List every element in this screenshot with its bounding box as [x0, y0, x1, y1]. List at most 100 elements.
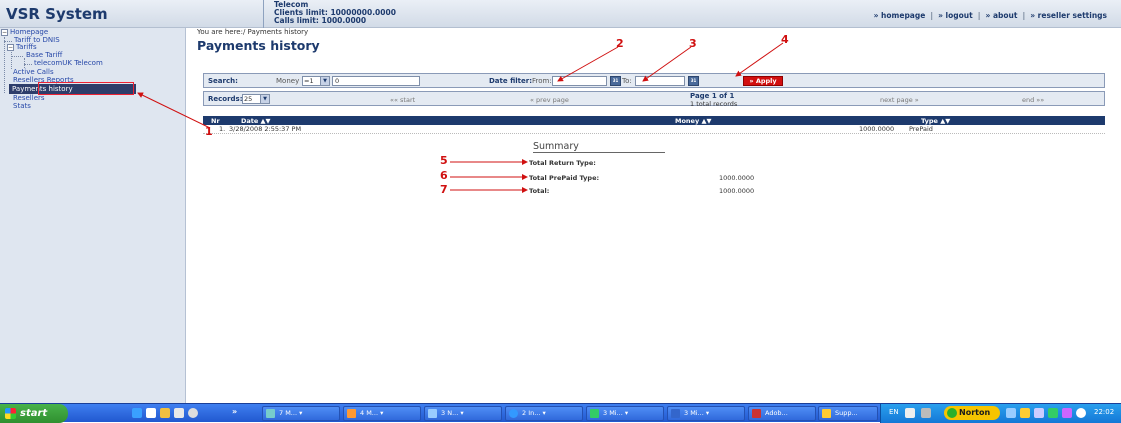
tree-line	[24, 58, 25, 68]
last-page-link[interactable]: end »»	[1022, 96, 1044, 104]
taskbar-button[interactable]: 3 Mi... ▾	[586, 406, 664, 421]
summary-total-value: 1000.0000	[719, 187, 755, 195]
quick-launch-overflow-icon[interactable]: »	[232, 407, 237, 416]
header-divider	[263, 0, 264, 28]
about-link[interactable]: » about	[985, 11, 1017, 20]
windows-taskbar: start » 7 M... ▾ 4 M... ▾ 3 N... ▾ 2 In.…	[0, 403, 1121, 423]
from-date-input[interactable]	[552, 76, 607, 86]
homepage-link[interactable]: » homepage	[874, 11, 926, 20]
top-header: VSR System Telecom Clients limit: 100000…	[0, 0, 1121, 28]
table-header: Nr Date ▲▼ Money ▲▼ Type ▲▼	[203, 116, 1105, 125]
account-info: Telecom Clients limit: 10000000.0000 Cal…	[274, 1, 396, 25]
chevron-down-icon: ▼	[260, 95, 269, 103]
sidebar-item-base-tariff[interactable]: Base Tariff	[26, 51, 62, 59]
calls-limit: Calls limit: 1000.0000	[274, 16, 367, 25]
logout-link[interactable]: » logout	[938, 11, 973, 20]
sidebar-item-stats[interactable]: Stats	[13, 102, 31, 110]
annotation-number-6: 6	[440, 169, 448, 182]
taskbar-button[interactable]: 3 Mi... ▾	[667, 406, 745, 421]
sidebar-nav: − Homepage Tariff to DNIS − Tariffs Base…	[0, 28, 186, 403]
search-panel: Search: Money =1 ▼ 0 Date filter: From: 3…	[203, 73, 1105, 88]
sidebar-item-telecomuk[interactable]: telecomUK Telecom	[34, 59, 103, 67]
records-per-page-select[interactable]: 25 ▼	[242, 94, 270, 104]
sidebar-item-homepage[interactable]: Homepage	[10, 28, 48, 36]
clock[interactable]: 22:02	[1094, 408, 1114, 416]
volume-icon[interactable]	[1062, 408, 1072, 418]
taskbar-button[interactable]: 3 N... ▾	[424, 406, 502, 421]
notepad-icon	[428, 409, 437, 418]
records-label: Records:	[208, 95, 243, 103]
annotation-number-5: 5	[440, 154, 448, 167]
show-desktop-icon[interactable]	[146, 408, 156, 418]
sidebar-item-tariffs[interactable]: Tariffs	[16, 43, 37, 51]
column-header-nr: Nr	[211, 117, 220, 125]
records-panel: Records: 25 ▼ «« start « prev page Page 1…	[203, 91, 1105, 108]
column-header-date[interactable]: Date ▲▼	[241, 117, 271, 125]
task-label: Adob...	[765, 409, 788, 417]
task-label: Supp...	[835, 409, 858, 417]
tree-line	[24, 64, 32, 65]
start-button[interactable]: start	[0, 404, 68, 423]
calendar-icon[interactable]: 31	[688, 76, 699, 86]
tree-line	[11, 52, 12, 69]
media-quicklaunch-icon[interactable]	[188, 408, 198, 418]
tree-collapse-icon[interactable]: −	[7, 44, 14, 51]
language-indicator[interactable]: EN	[889, 408, 899, 416]
clock-icon[interactable]	[1076, 408, 1086, 418]
ie-quicklaunch-icon[interactable]	[132, 408, 142, 418]
link-separator: |	[977, 11, 981, 20]
norton-label: Norton	[959, 408, 991, 417]
first-page-link[interactable]: «« start	[390, 96, 415, 104]
tree-line	[4, 37, 5, 93]
calendar-icon[interactable]: 31	[610, 76, 621, 86]
records-per-page-value: 25	[244, 95, 253, 103]
taskbar-button[interactable]: 2 In... ▾	[505, 406, 583, 421]
operator-value: =1	[304, 77, 314, 85]
messenger-icon	[266, 409, 275, 418]
cell-money: 1000.0000	[859, 125, 895, 133]
sidebar-item-resellers[interactable]: Resellers	[13, 94, 45, 102]
taskbar-button[interactable]: Adob...	[748, 406, 816, 421]
total-records: 1 total records	[690, 100, 738, 108]
link-separator: |	[930, 11, 934, 20]
windows-logo-icon	[5, 408, 16, 419]
apply-button[interactable]: » Apply	[743, 76, 783, 86]
taskbar-button[interactable]: Supp...	[818, 406, 878, 421]
task-label: 2 In...	[522, 409, 541, 417]
folder-quicklaunch-icon[interactable]	[160, 408, 170, 418]
prev-page-link[interactable]: « prev page	[530, 96, 569, 104]
tree-collapse-icon[interactable]: −	[1, 29, 8, 36]
app-quicklaunch-icon[interactable]	[174, 408, 184, 418]
annotation-number-3: 3	[689, 37, 697, 50]
to-date-input[interactable]	[635, 76, 685, 86]
help-icon[interactable]	[921, 408, 931, 418]
annotation-number-2: 2	[616, 37, 624, 50]
date-filter-label: Date filter:	[489, 77, 532, 85]
summary-return-label: Total Return Type:	[529, 159, 596, 167]
security-icon[interactable]	[1034, 408, 1044, 418]
chevron-down-icon: ▼	[320, 77, 329, 85]
to-label: To:	[622, 77, 632, 85]
messenger-tray-icon[interactable]	[1020, 408, 1030, 418]
system-tray: EN Norton 22:02	[880, 404, 1121, 423]
task-label: 4 M...	[360, 409, 379, 417]
money-value-input[interactable]: 0	[332, 76, 420, 86]
next-page-link[interactable]: next page »	[880, 96, 919, 104]
norton-button[interactable]: Norton	[944, 406, 1000, 420]
taskbar-button[interactable]: 7 M... ▾	[262, 406, 340, 421]
network-icon[interactable]	[1006, 408, 1016, 418]
column-header-type[interactable]: Type ▲▼	[921, 117, 950, 125]
task-label: 3 Mi...	[684, 409, 704, 417]
sidebar-item-active-calls[interactable]: Active Calls	[13, 68, 54, 76]
summary-total-label: Total:	[529, 187, 550, 195]
operator-select[interactable]: =1 ▼	[302, 76, 330, 86]
tree-line	[4, 41, 12, 42]
reseller-settings-link[interactable]: » reseller settings	[1030, 11, 1107, 20]
update-icon[interactable]	[1048, 408, 1058, 418]
taskbar-button[interactable]: 4 M... ▾	[343, 406, 421, 421]
annotation-number-1: 1	[205, 125, 213, 138]
keyboard-icon[interactable]	[905, 408, 915, 418]
internet-explorer-icon	[509, 409, 518, 418]
task-label: 3 N...	[441, 409, 459, 417]
column-header-money[interactable]: Money ▲▼	[675, 117, 711, 125]
